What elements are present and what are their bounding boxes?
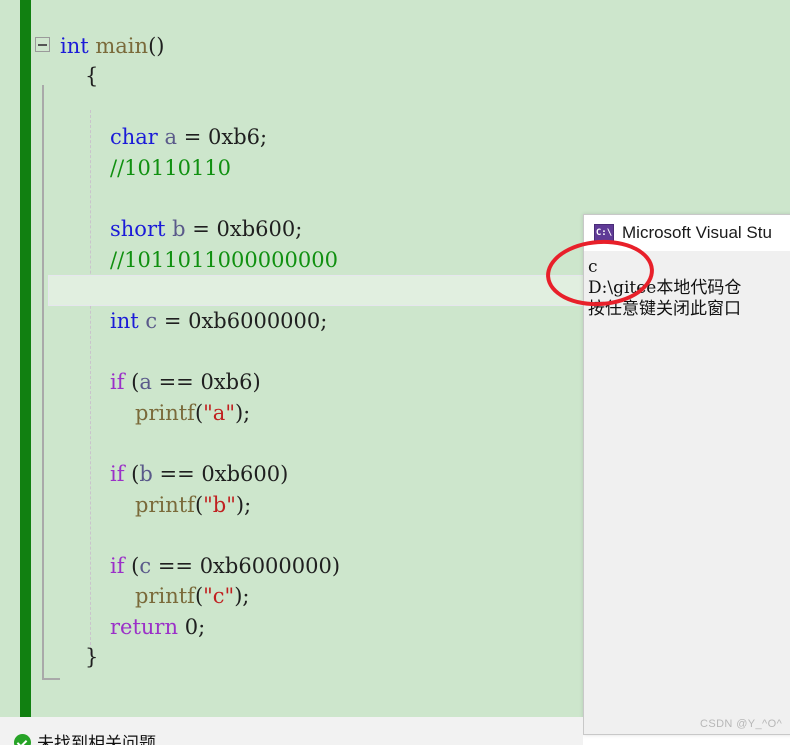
console-output-line: D:\gitee本地代码仓 xyxy=(588,278,742,298)
code-token: b xyxy=(172,217,186,242)
green-check-icon xyxy=(14,734,31,745)
no-issues-found-label: 未找到相关问题 xyxy=(37,734,156,745)
code-token: ( xyxy=(124,553,140,578)
code-line[interactable]: { xyxy=(31,61,790,92)
code-token: () xyxy=(148,33,165,58)
code-token: } xyxy=(85,645,99,670)
code-token: if xyxy=(110,370,125,395)
code-token: ( xyxy=(194,400,204,425)
code-token: == xyxy=(152,461,202,486)
code-token: = xyxy=(185,217,217,242)
code-token: a xyxy=(164,125,178,150)
code-token: int xyxy=(110,308,139,333)
code-token: "b" xyxy=(203,492,236,517)
code-token: if xyxy=(110,553,125,578)
console-output-line: 按任意键关闭此窗口 xyxy=(588,299,741,319)
code-token: 0xb6 xyxy=(208,125,261,150)
console-window-title: Microsoft Visual Stu xyxy=(622,223,772,242)
code-token: ; xyxy=(320,308,328,333)
code-token: ; xyxy=(198,614,206,639)
code-token: a xyxy=(139,370,152,395)
code-line-text: return 0; xyxy=(110,615,205,639)
code-token: ; xyxy=(295,217,303,242)
console-title-bar[interactable]: C:\ Microsoft Visual Stu xyxy=(584,215,790,251)
code-token: ( xyxy=(194,584,204,609)
code-line-text: //1011011000000000 xyxy=(110,248,338,272)
csdn-watermark: CSDN @Y_^O^ xyxy=(700,718,783,730)
code-line-text: //10110110 xyxy=(110,156,231,180)
code-token: printf xyxy=(135,400,195,425)
code-token: { xyxy=(85,64,99,89)
cmd-console-icon: C:\ xyxy=(594,224,614,242)
code-line-text: } xyxy=(85,645,98,669)
code-line-text: printf("a"); xyxy=(135,401,250,425)
code-token: ); xyxy=(234,584,250,609)
code-token: int xyxy=(60,33,89,58)
code-token: "c" xyxy=(203,584,235,609)
code-line-text: printf("b"); xyxy=(135,493,251,517)
code-line-text: { xyxy=(85,64,98,88)
code-token: ( xyxy=(124,461,140,486)
console-window[interactable]: C:\ Microsoft Visual Stu c D:\gitee本地代码仓按… xyxy=(583,214,790,735)
code-token: == xyxy=(151,553,200,578)
code-token: ( xyxy=(124,370,140,395)
code-line[interactable] xyxy=(31,184,790,215)
code-token: printf xyxy=(135,584,195,609)
code-token: //1011011000000000 xyxy=(110,247,338,272)
code-token: ; xyxy=(260,125,268,150)
code-token: "a" xyxy=(203,400,235,425)
code-token: ); xyxy=(235,492,252,517)
collapse-minus-icon[interactable] xyxy=(35,36,50,52)
console-output: c D:\gitee本地代码仓 按任意键关闭此窗口 xyxy=(584,251,790,320)
editor-gutter xyxy=(0,0,20,717)
code-token: c xyxy=(139,553,152,578)
code-token: 0xb6 xyxy=(200,370,253,395)
code-line-text: if (a == 0xb6) xyxy=(110,370,261,394)
code-token: ); xyxy=(234,400,251,425)
code-token: 0xb6000000 xyxy=(188,308,321,333)
code-line-text: printf("c"); xyxy=(135,584,250,608)
error-list-status-bar[interactable]: 未找到相关问题 xyxy=(0,717,583,745)
code-token: main xyxy=(95,33,149,58)
code-line[interactable] xyxy=(31,0,790,31)
code-token: = xyxy=(177,125,209,150)
code-token: 0 xyxy=(184,614,199,639)
code-token: 0xb6000000 xyxy=(199,553,332,578)
code-line-text: if (c == 0xb6000000) xyxy=(110,554,340,578)
code-token: ) xyxy=(252,370,261,395)
code-token: 0xb600 xyxy=(216,217,296,242)
code-line-text: int c = 0xb6000000; xyxy=(110,309,327,333)
code-line[interactable]: char a = 0xb6; xyxy=(31,122,790,153)
cmd-console-icon-label: C:\ xyxy=(595,227,613,238)
code-line-text: int main() xyxy=(60,34,164,58)
code-token: == xyxy=(151,370,201,395)
code-token: return xyxy=(110,614,178,639)
code-token: = xyxy=(157,308,189,333)
code-line-text: if (b == 0xb600) xyxy=(110,462,288,486)
code-token: short xyxy=(110,217,166,242)
code-token: ) xyxy=(280,461,289,486)
code-token: ( xyxy=(194,492,204,517)
code-token: c xyxy=(145,308,158,333)
code-line-text: short b = 0xb600; xyxy=(110,217,302,241)
change-indicator-bar xyxy=(20,0,31,717)
code-token: if xyxy=(110,461,125,486)
screenshot-root: int main(){char a = 0xb6;//10110110 short… xyxy=(0,0,790,745)
code-line[interactable] xyxy=(31,92,790,123)
code-line[interactable]: //10110110 xyxy=(31,153,790,184)
code-line[interactable]: int main() xyxy=(31,31,790,62)
code-token: printf xyxy=(135,492,195,517)
console-output-line: c xyxy=(588,257,598,277)
code-token: b xyxy=(139,461,153,486)
code-token: 0xb600 xyxy=(201,461,281,486)
code-token: //10110110 xyxy=(110,155,232,180)
code-line-text: char a = 0xb6; xyxy=(110,125,267,149)
code-token: char xyxy=(110,125,158,150)
code-token: ) xyxy=(331,553,341,578)
